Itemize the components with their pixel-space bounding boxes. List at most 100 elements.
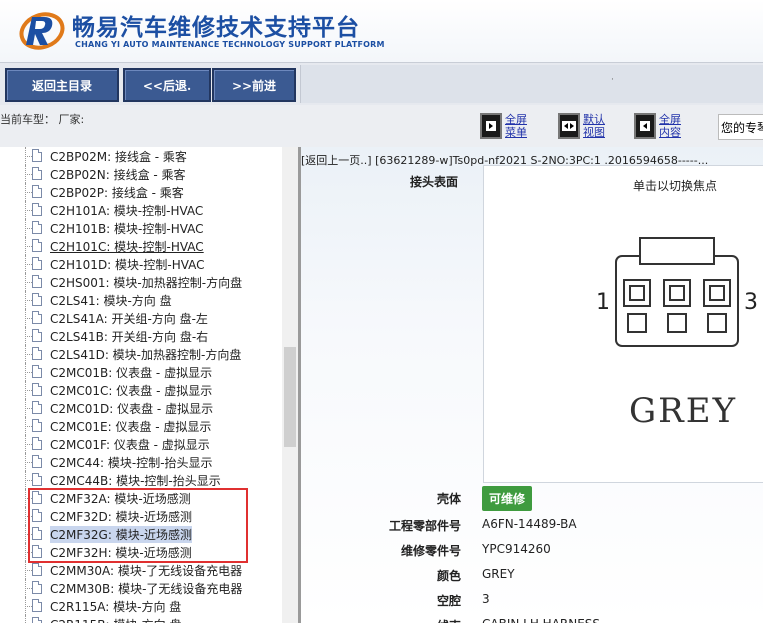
- spec-key: 空腔: [436, 594, 461, 608]
- nav-bar: 返回主目录 <<后退. >>前进 ·: [0, 62, 763, 106]
- tree-item[interactable]: C2MF32A: 模块-近场感测: [0, 489, 282, 507]
- spec-key: 维修零件号: [400, 544, 461, 558]
- forward-button[interactable]: >>前进: [212, 68, 296, 102]
- tree-item[interactable]: C2BP02P: 接线盒 - 乘客: [0, 183, 282, 201]
- spec-value: 3: [482, 592, 490, 606]
- document-icon: [32, 581, 42, 594]
- tree-item[interactable]: C2BP02M: 接线盒 - 乘客: [0, 147, 282, 165]
- tree-item[interactable]: C2H101D: 模块-控制-HVAC: [0, 255, 282, 273]
- document-icon: [32, 257, 42, 270]
- fullscreen-menu-icon: [480, 113, 502, 139]
- tree-scroll-thumb[interactable]: [284, 347, 296, 447]
- app-subtitle: CHANG YI AUTO MAINTENANCE TECHNOLOGY SUP…: [75, 40, 385, 49]
- spec-value: CABIN LH HARNESS: [482, 617, 600, 623]
- tree-item[interactable]: C2LS41A: 开关组-方向 盘-左: [0, 309, 282, 327]
- switch-focus-label[interactable]: 单击以切换焦点: [633, 177, 717, 194]
- spec-key: 线束: [437, 617, 461, 623]
- tree-line: [25, 516, 32, 517]
- app-header: 畅易汽车维修技术支持平台 CHANG YI AUTO MAINTENANCE T…: [0, 0, 763, 62]
- document-icon: [32, 419, 42, 432]
- app-title: 畅易汽车维修技术支持平台: [72, 15, 360, 41]
- search-input[interactable]: 您的专琴: [718, 114, 763, 140]
- spec-row: 线束 CABIN LH HARNESS: [301, 614, 763, 623]
- document-icon: [32, 167, 42, 180]
- spec-row: 工程零部件号 A6FN-14489-BA: [301, 514, 763, 536]
- document-icon: [32, 221, 42, 234]
- tree-item[interactable]: C2MF32H: 模块-近场感测: [0, 543, 282, 561]
- tree-item[interactable]: C2MM30A: 模块-了无线设备充电器: [0, 561, 282, 579]
- fullscreen-menu-label: 全屏菜单: [505, 113, 527, 139]
- tree-item[interactable]: C2MC01F: 仪表盘 - 虚拟显示: [0, 435, 282, 453]
- pin-3-label: 3: [744, 290, 758, 315]
- connector-color-text: GREY: [629, 391, 738, 431]
- tree-item[interactable]: C2BP02N: 接线盒 - 乘客: [0, 165, 282, 183]
- pin-1-label: 1: [596, 290, 610, 315]
- tree-line: [25, 615, 26, 623]
- back-button[interactable]: <<后退.: [123, 68, 211, 102]
- document-icon: [32, 149, 42, 162]
- spec-row: 维修零件号 YPC914260: [301, 539, 763, 561]
- spec-key: 工程零部件号: [388, 519, 461, 533]
- tree-item-label: C2H101C: 模块-控制-HVAC: [50, 240, 204, 254]
- tree-line: [25, 246, 32, 247]
- document-icon: [32, 347, 42, 360]
- document-icon: [32, 509, 42, 522]
- tree-line: [25, 534, 32, 535]
- tree-item[interactable]: C2R115A: 模块-方向 盘: [0, 597, 282, 615]
- tree-line: [25, 372, 32, 373]
- tree-item[interactable]: C2H101A: 模块-控制-HVAC: [0, 201, 282, 219]
- tree-item-label: C2MF32D: 模块-近场感测: [50, 510, 192, 524]
- spec-row: 颜色 GREY: [301, 564, 763, 586]
- tree-item-label: C2LS41: 模块-方向 盘: [50, 294, 172, 308]
- tree-item-label: C2LS41A: 开关组-方向 盘-左: [50, 312, 208, 326]
- tree-item[interactable]: C2MC01E: 仪表盘 - 虚拟显示: [0, 417, 282, 435]
- document-icon: [32, 491, 42, 504]
- connector-diagram[interactable]: 1 3 GREY: [483, 165, 763, 483]
- document-icon: [32, 185, 42, 198]
- document-icon: [32, 527, 42, 540]
- fullscreen-content-icon: [634, 113, 656, 139]
- logo-icon: [19, 12, 65, 50]
- tree-scrollbar[interactable]: [282, 147, 298, 623]
- document-icon: [32, 617, 42, 623]
- back-main-button[interactable]: 返回主目录: [5, 68, 119, 102]
- fullscreen-menu-button[interactable]: 全屏菜单: [480, 110, 535, 142]
- tree-item-label: C2MF32H: 模块-近场感测: [50, 546, 192, 560]
- tree-item[interactable]: C2LS41D: 模块-加热器控制-方向盘: [0, 345, 282, 363]
- tree-item-label: C2R115B: 模块-方向 盘: [50, 616, 182, 623]
- tree-item-label: C2H101A: 模块-控制-HVAC: [50, 204, 204, 218]
- spec-row: 壳体 可维修: [301, 486, 763, 511]
- tree-line: [25, 408, 32, 409]
- tree-item-label: C2MF32G: 模块-近场感测: [50, 526, 193, 543]
- tree-line: [25, 282, 32, 283]
- tree-item[interactable]: C2LS41: 模块-方向 盘: [0, 291, 282, 309]
- tree-line: [25, 498, 32, 499]
- tree-item[interactable]: C2MC01C: 仪表盘 - 虚拟显示: [0, 381, 282, 399]
- tree-line: [25, 390, 32, 391]
- tree-item[interactable]: C2LS41B: 开关组-方向 盘-右: [0, 327, 282, 345]
- document-icon: [32, 455, 42, 468]
- fullscreen-content-label: 全屏内容: [659, 113, 681, 139]
- tree-item[interactable]: C2H101B: 模块-控制-HVAC: [0, 219, 282, 237]
- tree-item[interactable]: C2MM30B: 模块-了无线设备充电器: [0, 579, 282, 597]
- default-view-button[interactable]: 默认视图: [558, 110, 613, 142]
- detail-pane: [返回上一页..] [63621289-w]Ts0pd-nf2021 S-2NO…: [301, 147, 763, 623]
- spec-key: 颜色: [436, 569, 461, 583]
- tree-item[interactable]: C2MC01D: 仪表盘 - 虚拟显示: [0, 399, 282, 417]
- fullscreen-content-button[interactable]: 全屏内容: [634, 110, 689, 142]
- tree-line: [25, 336, 32, 337]
- tree-item[interactable]: C2MC01B: 仪表盘 - 虚拟显示: [0, 363, 282, 381]
- component-tree: C2BP02M: 接线盒 - 乘客 C2BP02N: 接线盒 - 乘客 C2BP02…: [0, 147, 282, 623]
- tree-item[interactable]: C2MC44: 模块-控制-抬头显示: [0, 453, 282, 471]
- tree-item[interactable]: C2MF32D: 模块-近场感测: [0, 507, 282, 525]
- document-icon: [32, 275, 42, 288]
- tree-item-label: C2MM30A: 模块-了无线设备充电器: [50, 564, 243, 578]
- tree-item[interactable]: C2MC44B: 模块-控制-抬头显示: [0, 471, 282, 489]
- tree-item[interactable]: C2MF32G: 模块-近场感测: [0, 525, 282, 543]
- info-bar: 当前车型： 厂家: 全屏菜单 默认视图 全屏内容 您的专琴: [0, 105, 763, 147]
- tree-item[interactable]: C2H101C: 模块-控制-HVAC: [0, 237, 282, 255]
- tree-item[interactable]: C2R115B: 模块-方向 盘: [0, 615, 282, 623]
- document-icon: [32, 437, 42, 450]
- tree-item[interactable]: C2HS001: 模块-加热器控制-方向盘: [0, 273, 282, 291]
- tree-line: [25, 354, 32, 355]
